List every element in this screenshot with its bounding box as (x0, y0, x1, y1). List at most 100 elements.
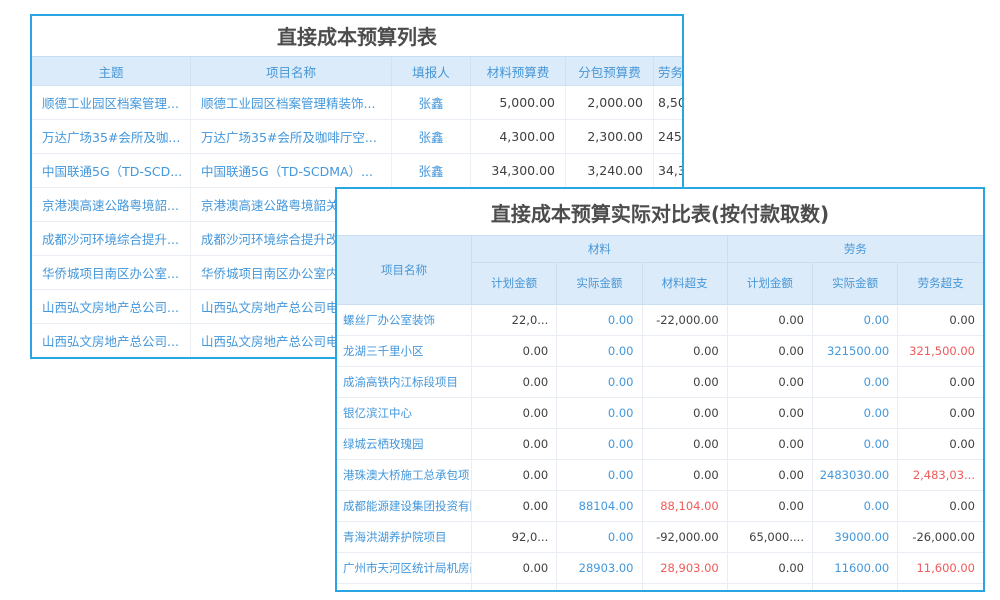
amount-cell: 0.00 (642, 429, 727, 460)
overrun-amount-cell: 11,600.00 (898, 553, 983, 584)
amount-cell: 0.00 (727, 367, 812, 398)
link-cell[interactable]: 0.00 (813, 429, 898, 460)
amount-cell: -26,000.00 (898, 522, 983, 553)
link-cell[interactable]: 0.00 (813, 367, 898, 398)
amount-cell: 0.00 (472, 398, 557, 429)
amount-cell: 4,300.00 (471, 120, 566, 154)
link-cell[interactable]: 张鑫 (392, 154, 471, 188)
overrun-amount-cell: 2,483,03... (898, 460, 983, 491)
amount-cell: 0.00 (472, 367, 557, 398)
table-row: 云南水利枢纽潜明水库一期工0.0042465.0042,465.000.0030… (337, 584, 983, 593)
t1-col-subject: 主题 (32, 57, 191, 86)
amount-cell: 0.00 (472, 460, 557, 491)
t2-col-material-overrun: 材料超支 (642, 263, 727, 305)
amount-cell: 0.00 (727, 336, 812, 367)
amount-cell: 0.00 (898, 367, 983, 398)
link-cell[interactable]: 成都沙河环境综合提升... (32, 222, 191, 256)
t1-col-project-name: 项目名称 (191, 57, 392, 86)
t2-col-labor-overrun: 劳务超支 (898, 263, 983, 305)
amount-cell: 0.00 (472, 553, 557, 584)
t1-col-reporter: 填报人 (392, 57, 471, 86)
link-cell[interactable]: 0.00 (557, 429, 642, 460)
t1-col-subcontract-budget: 分包预算费 (566, 57, 654, 86)
table-row: 顺德工业园区档案管理...顺德工业园区档案管理精装饰...张鑫5,000.002… (32, 86, 682, 120)
overrun-amount-cell: 321,500.00 (898, 336, 983, 367)
link-cell[interactable]: 0.00 (557, 367, 642, 398)
link-cell[interactable]: 0.00 (557, 522, 642, 553)
t2-group-material: 材料 (472, 236, 728, 263)
link-cell[interactable]: 0.00 (557, 305, 642, 336)
table-row: 青海洪湖养护院项目92,0...0.00-92,000.0065,000....… (337, 522, 983, 553)
amount-cell: -22,000.00 (642, 305, 727, 336)
link-cell[interactable]: 中国联通5G（TD-SCD... (32, 154, 191, 188)
amount-cell: 34,300.00 (471, 154, 566, 188)
link-cell[interactable]: 山西弘文房地产总公司... (32, 324, 191, 358)
overrun-amount-cell: 42,465.00 (642, 584, 727, 593)
link-cell[interactable]: 华侨城项目南区办公室... (32, 256, 191, 290)
link-cell[interactable]: 309900.00 (813, 584, 898, 593)
link-cell[interactable]: 88104.00 (557, 491, 642, 522)
amount-cell: -92,000.00 (642, 522, 727, 553)
link-cell[interactable]: 京港澳高速公路粤境韶... (32, 188, 191, 222)
link-cell[interactable]: 银亿滨江中心 (337, 398, 472, 429)
amount-cell: 2,000.00 (566, 86, 654, 120)
table1-header-row: 主题 项目名称 填报人 材料预算费 分包预算费 劳务预算费 (32, 57, 682, 86)
link-cell[interactable]: 成渝高铁内江标段项目 (337, 367, 472, 398)
link-cell[interactable]: 云南水利枢纽潜明水库一期工 (337, 584, 472, 593)
link-cell[interactable]: 顺德工业园区档案管理... (32, 86, 191, 120)
link-cell[interactable]: 0.00 (557, 398, 642, 429)
amount-cell: 0.00 (472, 336, 557, 367)
link-cell[interactable]: 11600.00 (813, 553, 898, 584)
link-cell[interactable]: 港珠澳大桥施工总承包项目 (337, 460, 472, 491)
link-cell[interactable]: 0.00 (813, 491, 898, 522)
table-row: 中国联通5G（TD-SCD...中国联通5G（TD-SCDMA）...张鑫34,… (32, 154, 682, 188)
overrun-amount-cell: 28,903.00 (642, 553, 727, 584)
amount-cell: 0.00 (727, 305, 812, 336)
table-row: 万达广场35#会所及咖...万达广场35#会所及咖啡厅空...张鑫4,300.0… (32, 120, 682, 154)
link-cell[interactable]: 张鑫 (392, 120, 471, 154)
link-cell[interactable]: 龙湖三千里小区 (337, 336, 472, 367)
link-cell[interactable]: 42465.00 (557, 584, 642, 593)
link-cell[interactable]: 万达广场35#会所及咖... (32, 120, 191, 154)
amount-cell: 245.00 (654, 120, 683, 154)
amount-cell: 0.00 (898, 305, 983, 336)
amount-cell: 0.00 (727, 553, 812, 584)
amount-cell: 0.00 (727, 584, 812, 593)
link-cell[interactable]: 顺德工业园区档案管理精装饰... (191, 86, 392, 120)
link-cell[interactable]: 321500.00 (813, 336, 898, 367)
link-cell[interactable]: 山西弘文房地产总公司... (32, 290, 191, 324)
t2-col-labor-actual: 实际金额 (813, 263, 898, 305)
link-cell[interactable]: 39000.00 (813, 522, 898, 553)
amount-cell: 0.00 (642, 367, 727, 398)
budget-comparison-table: 项目名称 材料 劳务 计划金额 实际金额 材料超支 计划金额 实际金额 劳务超支… (337, 235, 983, 592)
amount-cell: 0.00 (472, 584, 557, 593)
link-cell[interactable]: 0.00 (557, 460, 642, 491)
amount-cell: 0.00 (642, 336, 727, 367)
link-cell[interactable]: 0.00 (813, 398, 898, 429)
amount-cell: 3,240.00 (566, 154, 654, 188)
link-cell[interactable]: 螺丝厂办公室装饰 (337, 305, 472, 336)
amount-cell: 34,300.00 (654, 154, 683, 188)
table-row: 银亿滨江中心0.000.000.000.000.000.00 (337, 398, 983, 429)
overrun-amount-cell: 309,900.00 (898, 584, 983, 593)
direct-cost-comparison-window: 直接成本预算实际对比表(按付款取数) 项目名称 材料 劳务 计划金额 实际金额 … (335, 187, 985, 592)
link-cell[interactable]: 0.00 (813, 305, 898, 336)
t2-col-project-name: 项目名称 (337, 236, 472, 305)
link-cell[interactable]: 青海洪湖养护院项目 (337, 522, 472, 553)
t1-col-material-budget: 材料预算费 (471, 57, 566, 86)
t2-col-material-plan: 计划金额 (472, 263, 557, 305)
link-cell[interactable]: 中国联通5G（TD-SCDMA）... (191, 154, 392, 188)
table-row: 龙湖三千里小区0.000.000.000.00321500.00321,500.… (337, 336, 983, 367)
amount-cell: 0.00 (472, 429, 557, 460)
link-cell[interactable]: 万达广场35#会所及咖啡厅空... (191, 120, 392, 154)
link-cell[interactable]: 28903.00 (557, 553, 642, 584)
link-cell[interactable]: 绿城云栖玫瑰园 (337, 429, 472, 460)
link-cell[interactable]: 2483030.00 (813, 460, 898, 491)
table-row: 港珠澳大桥施工总承包项目0.000.000.000.002483030.002,… (337, 460, 983, 491)
amount-cell: 0.00 (472, 491, 557, 522)
link-cell[interactable]: 成都能源建设集团投资有限公 (337, 491, 472, 522)
link-cell[interactable]: 广州市天河区统计局机房改造 (337, 553, 472, 584)
link-cell[interactable]: 0.00 (557, 336, 642, 367)
link-cell[interactable]: 张鑫 (392, 86, 471, 120)
table1-title: 直接成本预算列表 (32, 16, 682, 56)
